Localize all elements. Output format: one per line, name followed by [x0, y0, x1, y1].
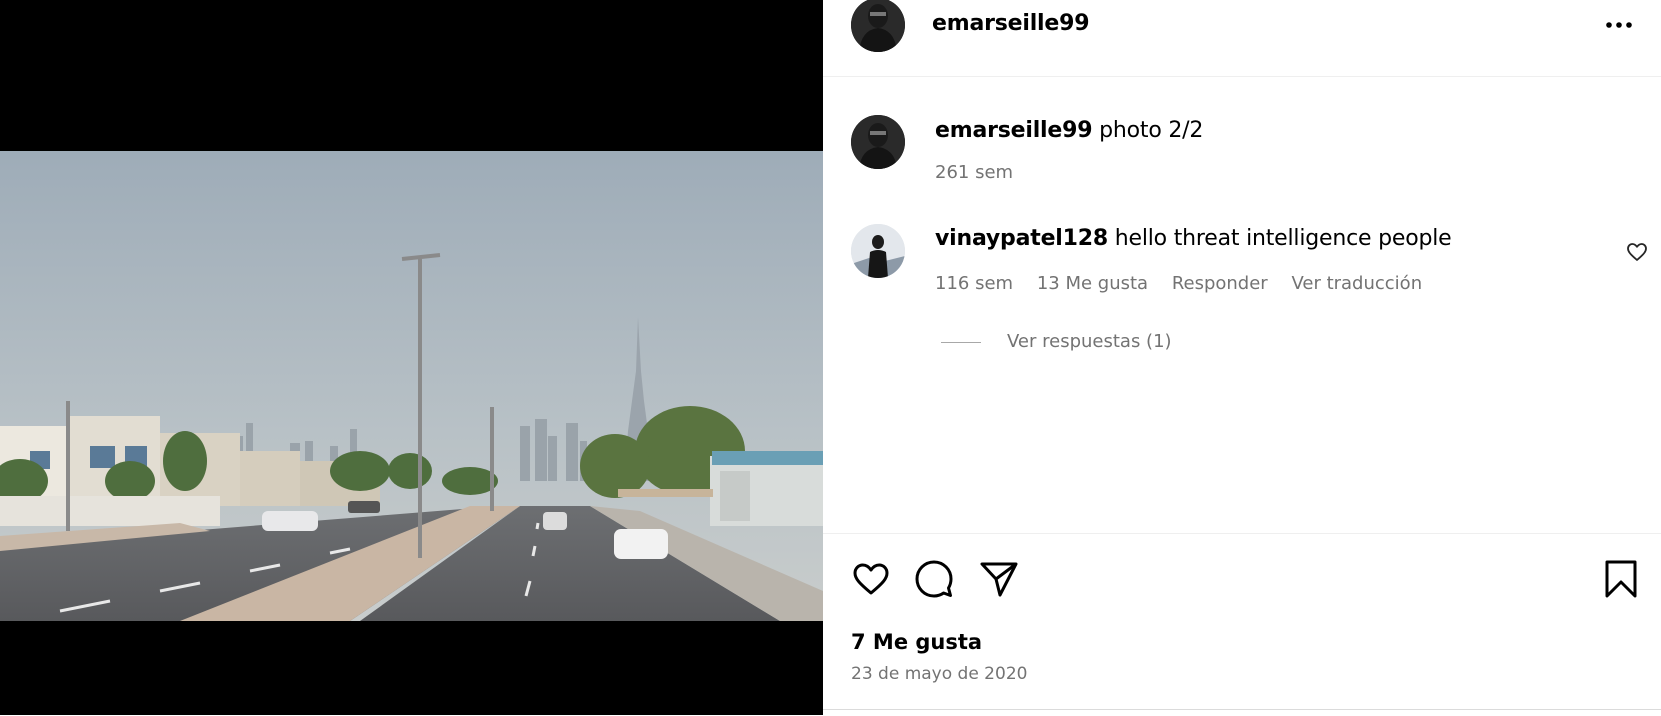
translate-button[interactable]: Ver traducción	[1291, 273, 1422, 294]
comment-icon[interactable]	[913, 558, 955, 600]
comment-text: hello threat intelligence people	[1114, 226, 1452, 251]
post-header: emarseille99	[823, 0, 1661, 77]
street-photo	[0, 151, 823, 621]
caption-timestamp[interactable]: 261 sem	[935, 162, 1013, 183]
heart-icon[interactable]	[850, 558, 892, 600]
action-bar: 7 Me gusta 23 de mayo de 2020	[823, 533, 1661, 716]
send-icon[interactable]	[978, 558, 1020, 600]
comment-heart-icon[interactable]	[1625, 240, 1649, 264]
comment-meta: 116 sem 13 Me gusta Responder Ver traduc…	[935, 273, 1440, 294]
view-replies-button[interactable]: Ver respuestas (1)	[941, 331, 1172, 352]
author-username[interactable]: emarseille99	[932, 11, 1090, 36]
bookmark-icon[interactable]	[1600, 558, 1642, 600]
comment-timestamp[interactable]: 116 sem	[935, 273, 1013, 294]
commenter-avatar[interactable]	[851, 224, 905, 278]
comment: vinaypatel128 hello threat intelligence …	[935, 226, 1452, 251]
post-date[interactable]: 23 de mayo de 2020	[851, 664, 1027, 684]
reply-button[interactable]: Responder	[1172, 273, 1268, 294]
more-horizontal-icon[interactable]	[1599, 10, 1639, 40]
author-avatar[interactable]	[851, 0, 905, 52]
view-replies-label: Ver respuestas (1)	[1007, 331, 1172, 352]
post-media	[0, 0, 823, 715]
caption-text: photo 2/2	[1099, 118, 1204, 143]
replies-divider	[941, 341, 981, 343]
caption-username[interactable]: emarseille99	[935, 118, 1093, 143]
caption: emarseille99 photo 2/2	[935, 118, 1203, 143]
comment-likes[interactable]: 13 Me gusta	[1037, 273, 1148, 294]
likes-count[interactable]: 7 Me gusta	[851, 630, 982, 654]
post-details: emarseille99 emarseille99 photo 2/2 261 …	[823, 0, 1661, 715]
divider	[823, 709, 1661, 710]
commenter-username[interactable]: vinaypatel128	[935, 226, 1108, 251]
caption-avatar[interactable]	[851, 115, 905, 169]
